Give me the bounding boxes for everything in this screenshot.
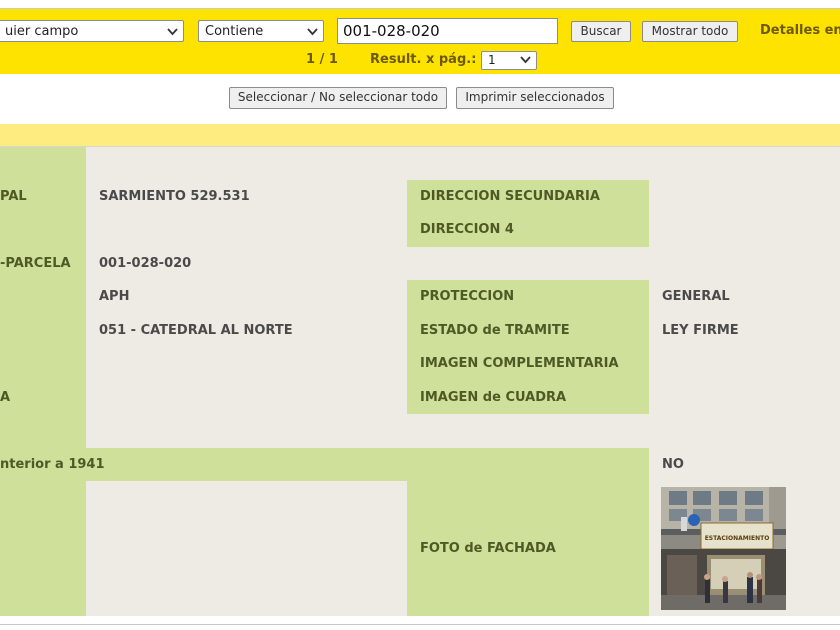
field-label: A — [0, 381, 86, 414]
field-value — [86, 414, 840, 448]
record-table: PAL SARMIENTO 529.531 DIRECCION SECUNDAR… — [0, 0, 840, 630]
field-label: PAL — [0, 180, 86, 213]
field-label: nterior a 1941 — [0, 448, 649, 481]
field-label — [0, 147, 86, 180]
field-value: LEY FIRME — [649, 314, 840, 347]
field-value: 001-028-020 — [86, 247, 840, 280]
field-label: -PARCELA — [0, 247, 86, 280]
field-value: APH — [86, 280, 407, 314]
field-value — [649, 180, 840, 213]
field-value: GENERAL — [649, 280, 840, 314]
field-label — [0, 481, 86, 616]
field-label — [0, 314, 86, 347]
field-label: FOTO de FACHADA — [407, 481, 649, 616]
field-label — [0, 213, 86, 247]
field-label: DIRECCION SECUNDARIA — [407, 180, 649, 213]
field-label: IMAGEN COMPLEMENTARIA — [407, 347, 649, 381]
field-value — [86, 381, 407, 414]
field-label: IMAGEN de CUADRA — [407, 381, 649, 414]
facade-photo[interactable]: ESTACIONAMIENTO — [661, 487, 786, 610]
field-value — [649, 347, 840, 381]
field-value: SARMIENTO 529.531 — [86, 180, 407, 213]
field-value — [86, 213, 407, 247]
field-label — [0, 280, 86, 314]
field-value: NO — [649, 448, 840, 481]
field-label: DIRECCION 4 — [407, 213, 649, 247]
photo-sign-text: ESTACIONAMIENTO — [705, 535, 770, 542]
field-value — [649, 381, 840, 414]
field-label — [0, 347, 86, 381]
field-value — [86, 347, 407, 381]
bottom-border — [0, 624, 840, 625]
facade-photo-image: ESTACIONAMIENTO — [661, 487, 786, 610]
field-value: 051 - CATEDRAL AL NORTE — [86, 314, 407, 347]
field-value — [86, 481, 407, 616]
field-label: ESTADO de TRAMITE — [407, 314, 649, 347]
field-label: PROTECCION — [407, 280, 649, 314]
field-value — [649, 213, 840, 247]
field-value — [86, 147, 840, 180]
field-label — [0, 414, 86, 448]
